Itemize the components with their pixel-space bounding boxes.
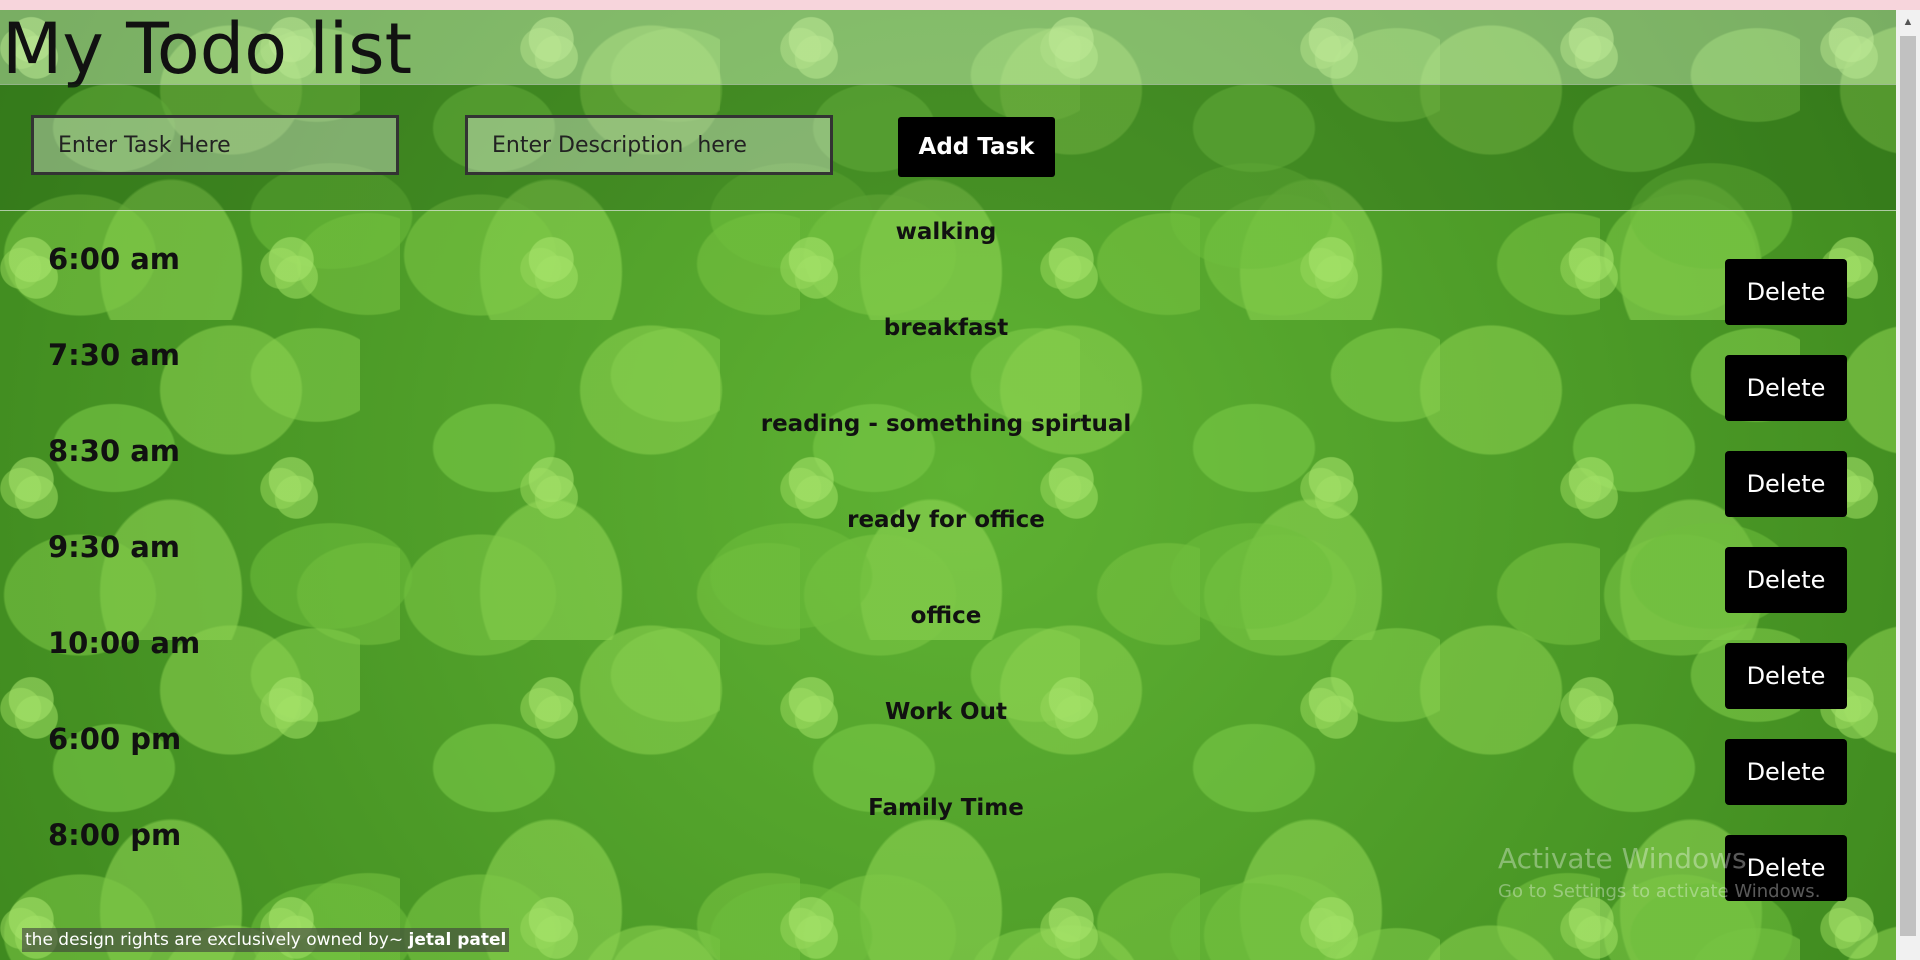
task-time: 6:00 am bbox=[48, 242, 181, 276]
footer-credit: the design rights are exclusively owned … bbox=[22, 928, 510, 952]
watermark-title: Activate Windows bbox=[1498, 842, 1747, 875]
task-row: 10:00 am office Delete bbox=[0, 595, 1896, 709]
task-description: reading - something spirtual bbox=[760, 411, 1132, 437]
task-time: 8:30 am bbox=[48, 434, 181, 468]
activate-windows-watermark: Activate Windows Go to Settings to activ… bbox=[1498, 842, 1820, 902]
footer-text: the design rights are exclusively owned … bbox=[25, 930, 409, 950]
task-time: 7:30 am bbox=[48, 338, 181, 372]
task-row: 8:30 am reading - something spirtual Del… bbox=[0, 403, 1896, 517]
task-description: walking bbox=[895, 219, 997, 245]
task-time: 9:30 am bbox=[48, 530, 181, 564]
task-description: Family Time bbox=[868, 795, 1024, 821]
vertical-scrollbar[interactable]: ▲ bbox=[1896, 10, 1920, 960]
task-description: office bbox=[910, 603, 982, 629]
watermark-subtitle: Go to Settings to activate Windows. bbox=[1498, 881, 1821, 902]
add-task-form: Add Task bbox=[0, 84, 1896, 211]
scrollbar-thumb[interactable] bbox=[1900, 36, 1916, 936]
task-description: Work Out bbox=[885, 699, 1007, 725]
task-description: ready for office bbox=[847, 507, 1045, 533]
task-input[interactable] bbox=[31, 115, 399, 175]
page-header: My Todo list bbox=[0, 8, 1896, 90]
add-task-button[interactable]: Add Task bbox=[898, 117, 1055, 177]
footer-owner: jetal patel bbox=[408, 930, 507, 950]
task-time: 8:00 pm bbox=[48, 818, 182, 852]
task-row: 6:00 pm Work Out Delete bbox=[0, 691, 1896, 805]
page-title: My Todo list bbox=[2, 8, 413, 90]
description-input[interactable] bbox=[465, 115, 833, 175]
task-time: 6:00 pm bbox=[48, 722, 182, 756]
task-row: 9:30 am ready for office Delete bbox=[0, 499, 1896, 613]
task-row: 6:00 am walking Delete bbox=[0, 211, 1896, 325]
task-description: breakfast bbox=[883, 315, 1009, 341]
scroll-up-arrow-icon[interactable]: ▲ bbox=[1896, 10, 1920, 34]
task-list: 6:00 am walking Delete 7:30 am breakfast… bbox=[0, 211, 1896, 901]
task-time: 10:00 am bbox=[48, 626, 201, 660]
task-row: 7:30 am breakfast Delete bbox=[0, 307, 1896, 421]
